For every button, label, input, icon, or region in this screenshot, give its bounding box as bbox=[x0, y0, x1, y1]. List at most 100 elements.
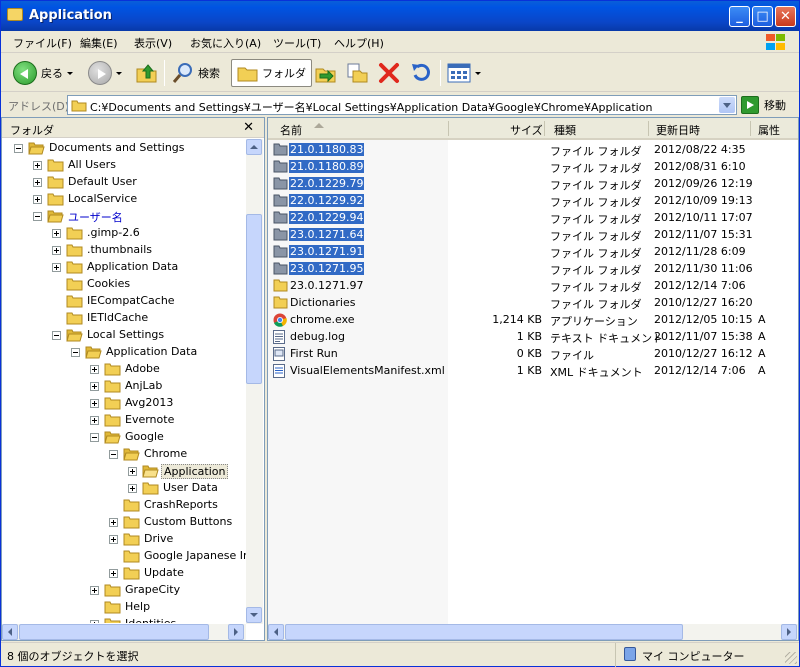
expand-icon[interactable] bbox=[109, 569, 118, 578]
tree-item[interactable]: AnjLab bbox=[2, 378, 246, 395]
file-row[interactable]: 23.0.1271.97 ファイル フォルダ 2012/12/14 7:06 bbox=[268, 278, 798, 295]
tree-item[interactable]: Chrome bbox=[2, 446, 246, 463]
expand-icon[interactable] bbox=[52, 263, 61, 272]
expand-icon[interactable] bbox=[90, 416, 99, 425]
address-dropdown-button[interactable] bbox=[719, 97, 735, 113]
tree-item[interactable]: .gimp-2.6 bbox=[2, 225, 246, 242]
go-button[interactable]: 移動 bbox=[741, 96, 786, 114]
file-row[interactable]: 23.0.1271.91 ファイル フォルダ 2012/11/28 6:09 bbox=[268, 244, 798, 261]
scroll-right-button[interactable] bbox=[228, 624, 244, 640]
file-row[interactable]: First Run 0 KB ファイル 2010/12/27 16:12 A bbox=[268, 346, 798, 363]
search-button[interactable]: 検索 bbox=[171, 59, 220, 87]
tree-item[interactable]: CrashReports bbox=[2, 497, 246, 514]
tree-item[interactable]: Google Japanese Input bbox=[2, 548, 246, 565]
move-to-button[interactable] bbox=[314, 59, 338, 87]
list-horizontal-scrollbar[interactable] bbox=[268, 624, 798, 640]
back-button[interactable]: 戻る bbox=[13, 59, 73, 87]
file-row[interactable]: debug.log 1 KB テキスト ドキュメント 2012/11/07 15:38… bbox=[268, 329, 798, 346]
expand-icon[interactable] bbox=[109, 518, 118, 527]
tree-item[interactable]: LocalService bbox=[2, 191, 246, 208]
file-row[interactable]: 22.0.1229.92 ファイル フォルダ 2012/10/09 19:13 bbox=[268, 193, 798, 210]
tree-item[interactable]: .thumbnails bbox=[2, 242, 246, 259]
column-type[interactable]: 種類 bbox=[554, 122, 576, 138]
column-modified[interactable]: 更新日時 bbox=[656, 122, 700, 138]
expand-icon[interactable] bbox=[109, 535, 118, 544]
scroll-down-button[interactable] bbox=[246, 607, 262, 623]
scroll-thumb[interactable] bbox=[19, 624, 209, 640]
column-divider[interactable] bbox=[448, 121, 449, 136]
tree-item[interactable]: Adobe bbox=[2, 361, 246, 378]
expand-icon[interactable] bbox=[90, 365, 99, 374]
expand-icon[interactable] bbox=[33, 195, 42, 204]
scroll-left-button[interactable] bbox=[268, 624, 284, 640]
tree-item[interactable]: Cookies bbox=[2, 276, 246, 293]
collapse-icon[interactable] bbox=[109, 450, 118, 459]
expand-icon[interactable] bbox=[90, 586, 99, 595]
file-row[interactable]: 21.0.1180.89 ファイル フォルダ 2012/08/31 6:10 bbox=[268, 159, 798, 176]
scroll-right-button[interactable] bbox=[781, 624, 797, 640]
collapse-icon[interactable] bbox=[14, 144, 23, 153]
tree-item[interactable]: Update bbox=[2, 565, 246, 582]
folders-button[interactable]: フォルダ bbox=[231, 59, 312, 87]
file-row[interactable]: 22.0.1229.94 ファイル フォルダ 2012/10/11 17:07 bbox=[268, 210, 798, 227]
expand-icon[interactable] bbox=[90, 382, 99, 391]
expand-icon[interactable] bbox=[128, 484, 137, 493]
tree-item[interactable]: Application Data bbox=[2, 259, 246, 276]
tree-item[interactable]: ユーザー名 bbox=[2, 208, 246, 225]
menu-favorites[interactable]: お気に入り(A) bbox=[190, 35, 261, 51]
tree-horizontal-scrollbar[interactable] bbox=[2, 624, 246, 640]
file-row[interactable]: chrome.exe 1,214 KB アプリケーション 2012/12/05 10:… bbox=[268, 312, 798, 329]
collapse-icon[interactable] bbox=[33, 212, 42, 221]
chevron-down-icon[interactable] bbox=[116, 71, 122, 75]
expand-icon[interactable] bbox=[90, 399, 99, 408]
scroll-thumb[interactable] bbox=[246, 214, 262, 384]
tree-item[interactable]: Avg2013 bbox=[2, 395, 246, 412]
column-divider[interactable] bbox=[750, 121, 751, 136]
tree-item[interactable]: Default User bbox=[2, 174, 246, 191]
tree-item[interactable]: All Users bbox=[2, 157, 246, 174]
maximize-button[interactable]: □ bbox=[752, 6, 773, 27]
tree-item[interactable]: Drive bbox=[2, 531, 246, 548]
menu-tools[interactable]: ツール(T) bbox=[273, 35, 321, 51]
tree-item[interactable]: IETldCache bbox=[2, 310, 246, 327]
menu-view[interactable]: 表示(V) bbox=[134, 35, 172, 51]
copy-to-button[interactable] bbox=[345, 59, 369, 87]
views-button[interactable] bbox=[447, 59, 481, 87]
menu-edit[interactable]: 編集(E) bbox=[80, 35, 118, 51]
collapse-icon[interactable] bbox=[71, 348, 80, 357]
column-divider[interactable] bbox=[544, 121, 545, 136]
title-bar[interactable]: Application _ □ ✕ bbox=[1, 1, 799, 31]
tree-item[interactable]: Google bbox=[2, 429, 246, 446]
expand-icon[interactable] bbox=[52, 246, 61, 255]
tree-item[interactable]: GrapeCity bbox=[2, 582, 246, 599]
scroll-up-button[interactable] bbox=[246, 139, 262, 155]
tree-item[interactable]: Application bbox=[2, 463, 246, 480]
column-divider[interactable] bbox=[648, 121, 649, 136]
expand-icon[interactable] bbox=[33, 161, 42, 170]
column-size[interactable]: サイズ bbox=[510, 122, 543, 138]
address-input[interactable]: C:¥Documents and Settings¥ユーザー名¥Local Se… bbox=[67, 95, 737, 115]
collapse-icon[interactable] bbox=[90, 433, 99, 442]
file-row[interactable]: 23.0.1271.95 ファイル フォルダ 2012/11/30 11:06 bbox=[268, 261, 798, 278]
tree-item[interactable]: Application Data bbox=[2, 344, 246, 361]
up-folder-button[interactable] bbox=[135, 59, 159, 87]
expand-icon[interactable] bbox=[52, 229, 61, 238]
resize-grip[interactable] bbox=[785, 652, 797, 664]
tree-item[interactable]: Evernote bbox=[2, 412, 246, 429]
tree-vertical-scrollbar[interactable] bbox=[246, 139, 263, 624]
tree-item[interactable]: User Data bbox=[2, 480, 246, 497]
close-pane-icon[interactable]: ✕ bbox=[243, 120, 254, 135]
tree-item[interactable]: Custom Buttons bbox=[2, 514, 246, 531]
chevron-down-icon[interactable] bbox=[475, 71, 481, 75]
scroll-left-button[interactable] bbox=[2, 624, 18, 640]
column-name[interactable]: 名前 bbox=[280, 122, 302, 138]
tree-item[interactable]: Documents and Settings bbox=[2, 140, 246, 157]
scroll-thumb[interactable] bbox=[285, 624, 683, 640]
forward-button[interactable] bbox=[88, 59, 122, 87]
file-row[interactable]: 22.0.1229.79 ファイル フォルダ 2012/09/26 12:19 bbox=[268, 176, 798, 193]
tree-item[interactable]: Identities bbox=[2, 616, 246, 623]
tree-item[interactable]: IECompatCache bbox=[2, 293, 246, 310]
menu-help[interactable]: ヘルプ(H) bbox=[334, 35, 384, 51]
close-button[interactable]: ✕ bbox=[775, 6, 796, 27]
chevron-down-icon[interactable] bbox=[67, 71, 73, 75]
